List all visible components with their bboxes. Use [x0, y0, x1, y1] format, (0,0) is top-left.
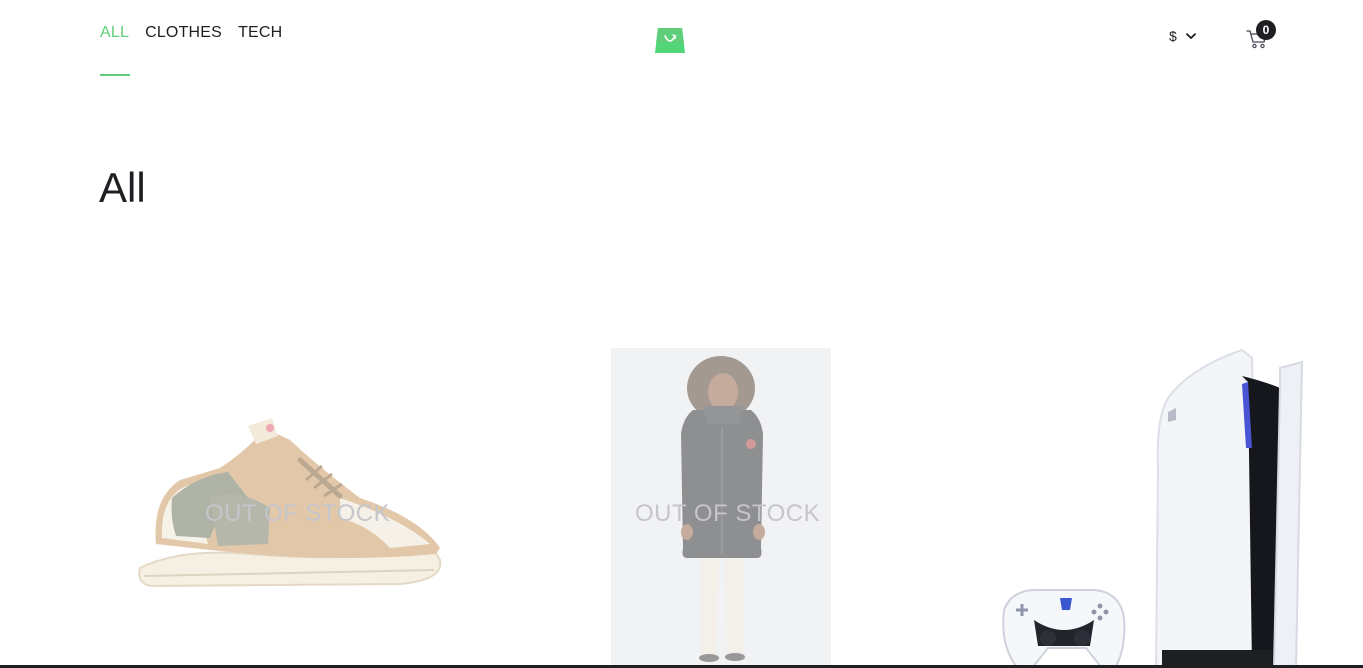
out-of-stock-label: OUT OF STOCK: [635, 500, 821, 527]
category-nav: ALL CLOTHES TECH: [100, 24, 298, 76]
product-card[interactable]: OUT OF STOCK: [100, 348, 486, 668]
console-image: [1002, 348, 1304, 668]
nav-item-tech[interactable]: TECH: [238, 24, 282, 76]
currency-switcher[interactable]: $: [1169, 28, 1196, 44]
product-card[interactable]: OUT OF STOCK: [611, 348, 831, 668]
category-title: All: [99, 164, 146, 211]
cart-count-badge: 0: [1256, 20, 1276, 40]
nav-item-clothes[interactable]: CLOTHES: [145, 24, 222, 76]
currency-symbol: $: [1169, 28, 1177, 44]
page: ALL CLOTHES TECH $ 0 All OUT OF STOCK OU…: [0, 0, 1363, 668]
nav-item-all[interactable]: ALL: [100, 24, 131, 76]
chevron-down-icon: [1185, 32, 1196, 39]
out-of-stock-label: OUT OF STOCK: [205, 500, 391, 527]
header: ALL CLOTHES TECH $ 0: [0, 0, 1363, 80]
shopping-bag-logo-icon[interactable]: [654, 24, 686, 54]
product-card[interactable]: [990, 348, 1310, 668]
